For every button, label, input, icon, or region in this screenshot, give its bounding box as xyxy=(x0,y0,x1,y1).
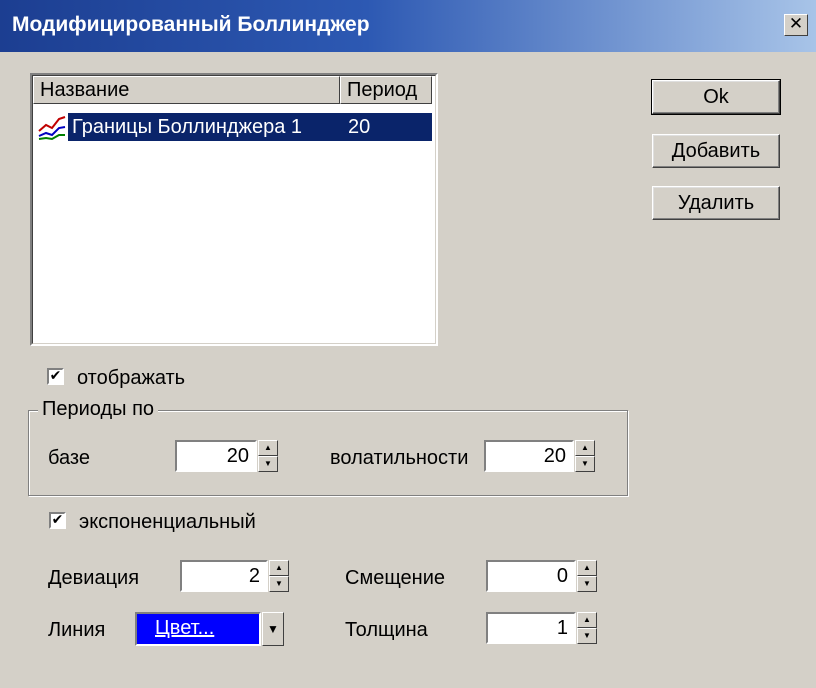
spin-down-icon[interactable]: ▼ xyxy=(577,576,597,592)
thickness-label: Толщина xyxy=(345,619,428,641)
thickness-spinner[interactable]: ▲ ▼ xyxy=(577,612,597,644)
spin-down-icon[interactable]: ▼ xyxy=(258,456,278,472)
periods-group-title: Периоды по xyxy=(38,398,159,421)
list-item-period: 20 xyxy=(348,116,371,138)
display-label: отображать xyxy=(77,367,186,389)
ok-button[interactable]: Ok xyxy=(651,79,781,115)
exponential-label: экспоненциальный xyxy=(79,511,256,533)
spin-up-icon[interactable]: ▲ xyxy=(577,560,597,576)
base-period-spinner[interactable]: ▲ ▼ xyxy=(258,440,278,472)
deviation-input[interactable]: 2 xyxy=(180,560,268,592)
shift-label: Смещение xyxy=(345,567,446,589)
color-dropdown-button[interactable]: ▼ xyxy=(262,612,284,646)
column-header-name[interactable]: Название xyxy=(33,76,340,104)
thickness-input[interactable]: 1 xyxy=(486,612,576,644)
column-header-period[interactable]: Период xyxy=(340,76,432,104)
add-button[interactable]: Добавить xyxy=(652,134,780,168)
shift-input[interactable]: 0 xyxy=(486,560,576,592)
spin-up-icon[interactable]: ▲ xyxy=(575,440,595,456)
spin-up-icon[interactable]: ▲ xyxy=(269,560,289,576)
window-title: Модифицированный Боллинджер xyxy=(12,13,370,36)
spin-down-icon[interactable]: ▼ xyxy=(575,456,595,472)
volatility-period-spinner[interactable]: ▲ ▼ xyxy=(575,440,595,472)
shift-spinner[interactable]: ▲ ▼ xyxy=(577,560,597,592)
line-label: Линия xyxy=(48,619,106,641)
color-button[interactable]: Цвет... xyxy=(135,612,261,646)
deviation-spinner[interactable]: ▲ ▼ xyxy=(269,560,289,592)
spin-down-icon[interactable]: ▼ xyxy=(269,576,289,592)
spin-down-icon[interactable]: ▼ xyxy=(577,628,597,644)
exponential-checkbox[interactable]: ✔ xyxy=(49,512,66,529)
list-item-name: Границы Боллинджера 1 xyxy=(72,116,303,138)
base-period-input[interactable]: 20 xyxy=(175,440,257,472)
spin-up-icon[interactable]: ▲ xyxy=(577,612,597,628)
delete-button[interactable]: Удалить xyxy=(652,186,780,220)
volatility-label: волатильности xyxy=(330,447,469,469)
close-button[interactable]: ✕ xyxy=(784,14,808,36)
display-checkbox[interactable]: ✔ xyxy=(47,368,64,385)
base-label: базе xyxy=(48,447,90,469)
chart-line-icon xyxy=(37,113,67,141)
deviation-label: Девиация xyxy=(48,567,140,589)
spin-up-icon[interactable]: ▲ xyxy=(258,440,278,456)
volatility-period-input[interactable]: 20 xyxy=(484,440,574,472)
